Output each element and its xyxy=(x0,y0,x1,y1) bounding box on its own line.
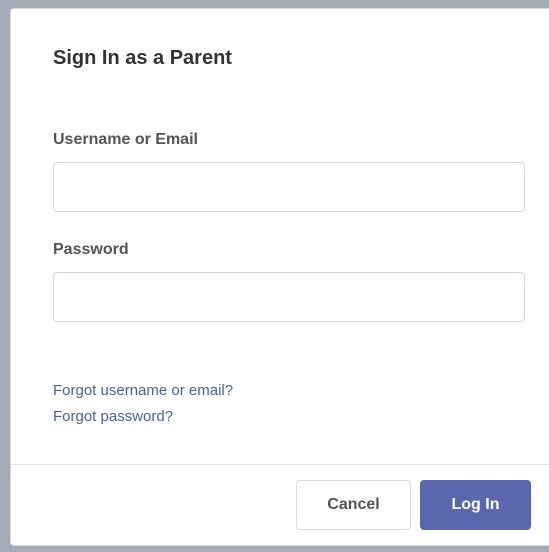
password-input[interactable] xyxy=(53,272,525,322)
username-input[interactable] xyxy=(53,162,525,212)
log-in-button[interactable]: Log In xyxy=(420,480,531,530)
dialog-title: Sign In as a Parent xyxy=(53,47,232,69)
password-label: Password xyxy=(53,241,129,258)
cancel-button[interactable]: Cancel xyxy=(296,480,411,530)
footer-divider xyxy=(11,464,549,465)
sign-in-dialog: Sign In as a Parent Username or Email Pa… xyxy=(10,8,549,546)
forgot-password-link[interactable]: Forgot password? xyxy=(53,408,173,425)
forgot-username-link[interactable]: Forgot username or email? xyxy=(53,382,233,399)
username-label: Username or Email xyxy=(53,131,198,148)
